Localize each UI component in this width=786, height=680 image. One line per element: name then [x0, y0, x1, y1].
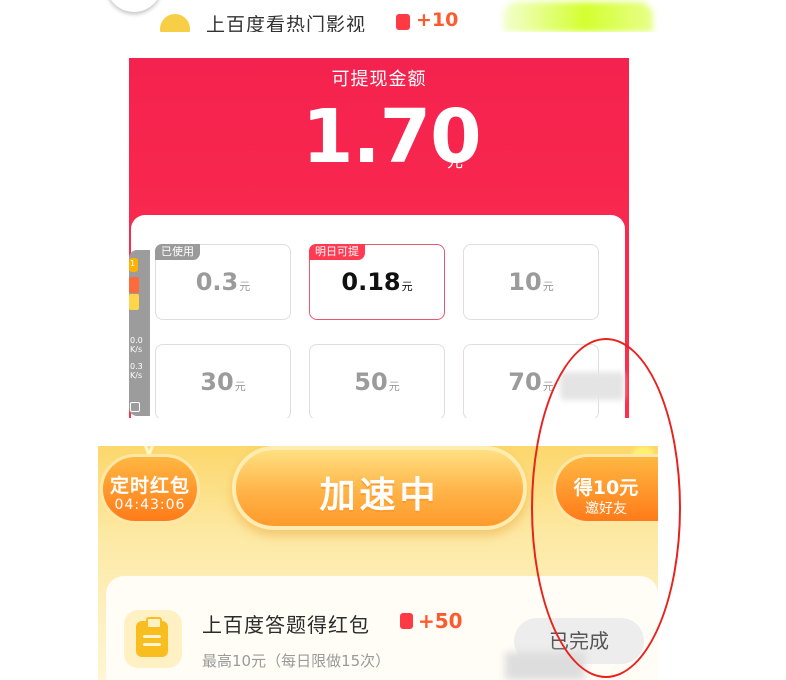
avatar	[106, 0, 162, 12]
blurred-button[interactable]	[503, 2, 653, 32]
option-tag-tomorrow: 明日可提	[309, 244, 365, 260]
task-subtitle: 最高10元（每日限做15次）	[202, 652, 391, 670]
option-value: 0.3元	[195, 268, 251, 296]
speed-readout-2: 0.3 K/s	[130, 362, 143, 380]
red-envelope-icon	[400, 613, 413, 629]
withdraw-option-0-18[interactable]: 明日可提 0.18元	[309, 244, 445, 320]
withdraw-option-50[interactable]: 50元	[309, 344, 445, 418]
countdown-timer: 04:43:06	[114, 497, 186, 513]
invite-label: 邀好友	[585, 501, 627, 517]
withdraw-option-10[interactable]: 10元	[463, 244, 599, 320]
speed-up-button[interactable]: 加速中	[232, 446, 527, 530]
withdraw-option-30[interactable]: 30元	[155, 344, 291, 418]
blurred-region	[560, 372, 624, 400]
timed-red-packet-label: 定时红包	[109, 475, 190, 497]
notification-badge: 1	[129, 258, 138, 272]
option-value: 10元	[508, 268, 554, 296]
withdraw-amount-unit: 元	[447, 152, 464, 171]
option-value: 30元	[200, 368, 246, 396]
invite-friends-button[interactable]: 得10元 邀好友	[553, 454, 658, 524]
withdraw-options-card: 已使用 0.3元 明日可提 0.18元 10元 30元 50元 70元	[131, 215, 625, 418]
top-task-strip: 上百度看热门影视 +10	[98, 0, 658, 32]
withdraw-panel: 可提现金额 1.70 元 已使用 0.3元 明日可提 0.18元 10元 30元…	[129, 58, 629, 418]
option-value: 50元	[354, 368, 400, 396]
option-tag-used: 已使用	[155, 244, 200, 260]
clipboard-icon	[124, 610, 182, 668]
option-value: 0.18元	[341, 268, 413, 296]
invite-reward: 得10元	[573, 477, 639, 499]
withdraw-option-0-3[interactable]: 已使用 0.3元	[155, 244, 291, 320]
top-task-title: 上百度看热门影视	[206, 14, 367, 32]
app-icon	[129, 277, 139, 293]
top-task-points: +10	[416, 9, 459, 31]
camera-icon	[130, 402, 140, 412]
app-icon	[129, 294, 139, 310]
floating-speed-widget[interactable]: 1 0.0 K/s 0.3 K/s	[129, 250, 150, 416]
task-points: +50	[418, 609, 463, 633]
blurred-region	[505, 652, 585, 680]
timed-red-packet-button[interactable]: 定时红包 04:43:06	[100, 454, 200, 524]
speed-readout-1: 0.0 K/s	[130, 336, 143, 354]
speed-up-label: 加速中	[319, 475, 440, 516]
task-icon	[160, 14, 190, 32]
boost-task-section: V 定时红包 04:43:06 加速中 得10元 邀好友 上百度答题得红包 +5…	[98, 446, 658, 680]
red-envelope-icon	[396, 14, 410, 30]
task-title: 上百度答题得红包	[202, 613, 370, 637]
withdraw-title: 可提现金额	[331, 69, 427, 90]
